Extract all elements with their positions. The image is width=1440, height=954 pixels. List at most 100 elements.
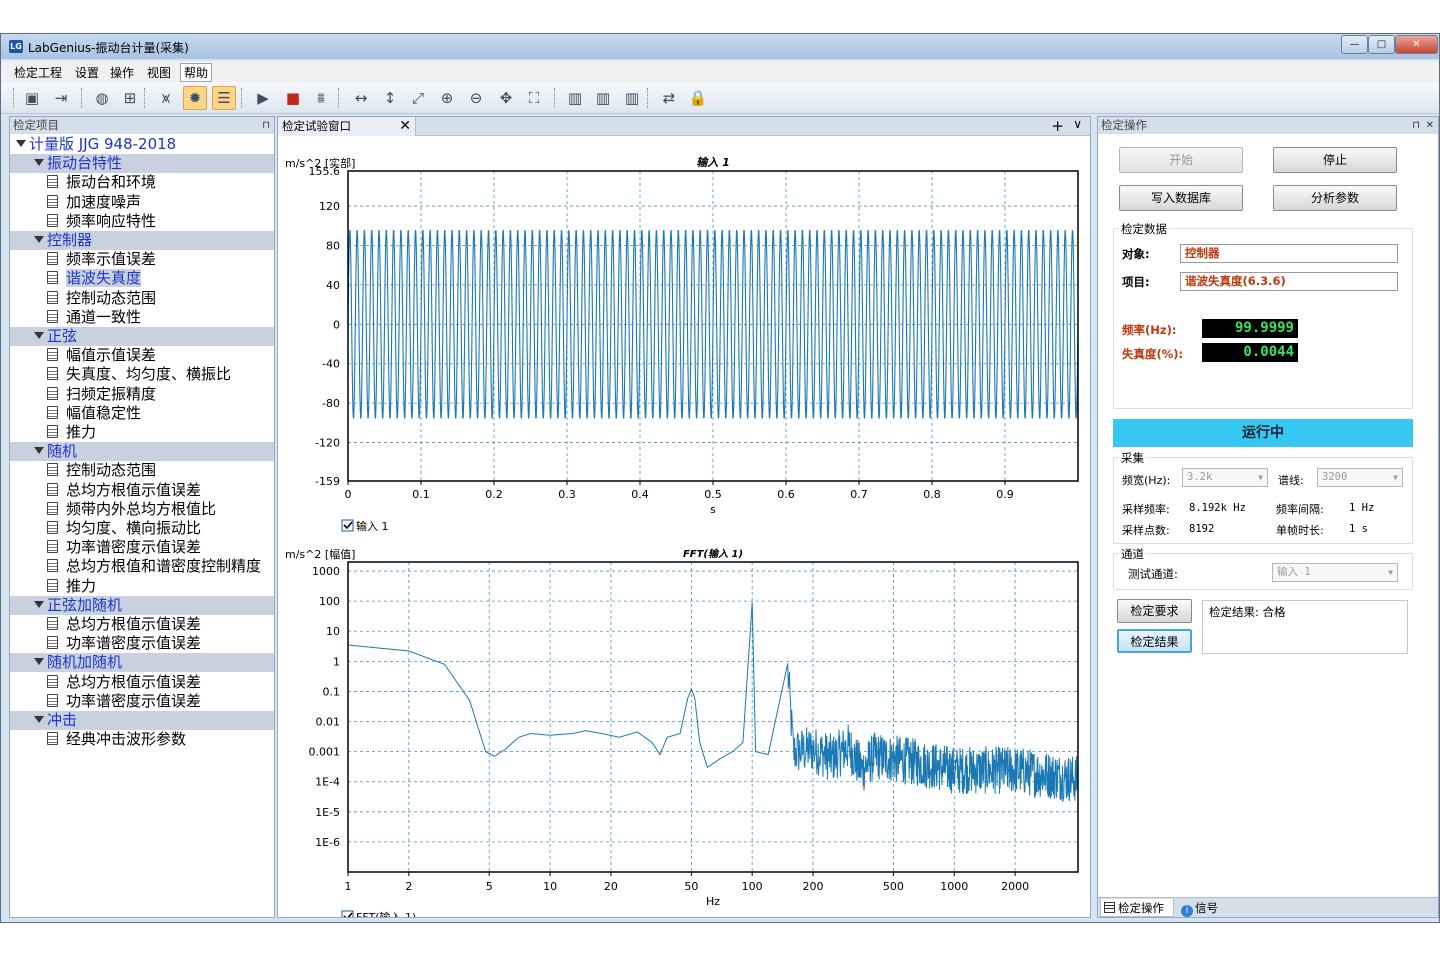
menu-view[interactable]: 视图 — [147, 64, 171, 81]
gear-icon[interactable]: ✹ — [183, 86, 207, 110]
tab-verify-operation[interactable]: 检定操作 — [1100, 899, 1174, 917]
test-channel-select[interactable]: 输入 1 ▼ — [1272, 563, 1398, 582]
tree-category[interactable]: 正弦 — [10, 327, 274, 346]
tree-item[interactable]: 幅值示值误差 — [10, 346, 274, 365]
grid1-icon[interactable]: ▥ — [563, 86, 587, 110]
device-icon[interactable]: ⊞ — [118, 86, 142, 110]
tree-item[interactable]: 推力 — [10, 577, 274, 596]
pin-icon[interactable]: ⊓ — [1412, 117, 1420, 134]
tab-menu-icon[interactable]: ∨ — [1073, 117, 1082, 131]
stop-button[interactable]: 停止 — [1273, 147, 1397, 173]
signal-icon[interactable]: ⩩ — [309, 86, 333, 110]
tree-item-label: 控制动态范围 — [66, 461, 157, 480]
open-icon[interactable]: ▣ — [20, 86, 44, 110]
tree-item[interactable]: 推力 — [10, 423, 274, 442]
x-tick-label: 1 — [345, 880, 352, 893]
tree-item[interactable]: 通道一致性 — [10, 308, 274, 327]
tree-item-label: 频率响应特性 — [66, 211, 157, 230]
menu-operation[interactable]: 操作 — [110, 64, 134, 81]
zoom-in-icon[interactable]: ⊕ — [435, 86, 459, 110]
analysis-params-button[interactable]: 分析参数 — [1273, 185, 1397, 211]
expand-arrow-icon[interactable] — [34, 600, 44, 608]
panel-header: 检定操作 ⊓ ✕ — [1098, 117, 1438, 134]
grid2-icon[interactable]: ▥ — [591, 86, 615, 110]
expand-arrow-icon[interactable] — [16, 140, 26, 147]
document-icon — [47, 386, 58, 400]
stop-icon[interactable]: ■ — [281, 86, 305, 110]
tree-item[interactable]: 经典冲击波形参数 — [10, 730, 274, 749]
y-tick-label: 100 — [319, 595, 340, 608]
write-database-button[interactable]: 写入数据库 — [1119, 185, 1243, 211]
list-icon[interactable]: ☰ — [212, 86, 236, 110]
tree-item[interactable]: 失真度、均匀度、横振比 — [10, 365, 274, 384]
tree-category[interactable]: 振动台特性 — [10, 154, 274, 174]
verify-result-button[interactable]: 检定结果 — [1117, 629, 1192, 653]
minimize-button[interactable]: — — [1341, 35, 1368, 54]
zoom-out-icon[interactable]: ⊖ — [464, 86, 488, 110]
tree-item[interactable]: 加速度噪声 — [10, 193, 274, 212]
tree-item[interactable]: 频率示值误差 — [10, 250, 274, 269]
fit-y-icon[interactable]: ↕ — [378, 86, 402, 110]
tree-item[interactable]: 功率谱密度示值误差 — [10, 538, 274, 557]
tree-item[interactable]: 功率谱密度示值误差 — [10, 692, 274, 711]
tree-item[interactable]: 振动台和环境 — [10, 173, 274, 192]
zoom-diag-icon[interactable]: ⤢ — [406, 86, 430, 110]
tree-root[interactable]: 计量版 JJG 948-2018 — [10, 135, 274, 154]
globe-icon[interactable]: ◍ — [90, 86, 114, 110]
maximize-button[interactable]: □ — [1368, 35, 1395, 54]
expand-arrow-icon[interactable] — [34, 716, 44, 723]
pan-icon[interactable]: ✥ — [494, 86, 518, 110]
close-tab-icon[interactable]: ✕ — [399, 117, 411, 136]
spectral-lines-select[interactable]: 3200 ▼ — [1317, 468, 1403, 487]
bandwidth-select[interactable]: 3.2k ▼ — [1182, 468, 1268, 487]
object-field[interactable]: 控制器 — [1180, 244, 1398, 263]
tree-item[interactable]: 总均方根值和谱密度控制精度 — [10, 557, 274, 576]
fit-all-icon[interactable]: ⛶ — [522, 86, 546, 110]
tree-item[interactable]: 控制动态范围 — [10, 461, 274, 480]
tree-category[interactable]: 正弦加随机 — [10, 595, 274, 615]
tab-test-window[interactable]: 检定试验窗口 ✕ — [278, 117, 416, 136]
pin-icon[interactable]: ⊓ — [262, 117, 270, 134]
export-icon[interactable]: ⇥ — [49, 86, 73, 110]
expand-arrow-icon[interactable] — [34, 658, 44, 666]
tree-item[interactable]: 频带内外总均方根值比 — [10, 500, 274, 519]
toolbar-separator — [241, 88, 242, 108]
expand-arrow-icon[interactable] — [34, 447, 44, 455]
tree-item[interactable]: 频率响应特性 — [10, 212, 274, 231]
tree-item[interactable]: 功率谱密度示值误差 — [10, 634, 274, 653]
tree-category[interactable]: 随机 — [10, 442, 274, 462]
waveform-icon[interactable]: ⩙ — [154, 86, 178, 110]
menu-project[interactable]: 检定工程 — [14, 64, 62, 81]
play-icon[interactable]: ▶ — [251, 86, 275, 110]
close-window-button[interactable]: ✕ — [1395, 35, 1438, 54]
tree-category[interactable]: 随机加随机 — [10, 653, 274, 673]
document-icon — [47, 636, 58, 650]
tree-item[interactable]: 控制动态范围 — [10, 289, 274, 308]
verify-requirements-button[interactable]: 检定要求 — [1117, 599, 1192, 623]
item-field[interactable]: 谐波失真度(6.3.6) — [1180, 272, 1398, 291]
y-tick-label: 1000 — [312, 565, 340, 578]
menu-help[interactable]: 帮助 — [180, 63, 213, 82]
tree-item[interactable]: 总均方根值示值误差 — [10, 615, 274, 634]
tree-item[interactable]: 幅值稳定性 — [10, 404, 274, 423]
tree-item[interactable]: 扫频定振精度 — [10, 385, 274, 404]
tree-item[interactable]: 总均方根值示值误差 — [10, 673, 274, 692]
close-panel-icon[interactable]: ✕ — [1426, 117, 1434, 134]
fit-x-icon[interactable]: ↔ — [349, 86, 373, 110]
tree-item[interactable]: 均匀度、横向振动比 — [10, 519, 274, 538]
expand-arrow-icon[interactable] — [34, 332, 44, 339]
menu-settings[interactable]: 设置 — [75, 64, 99, 81]
add-tab-icon[interactable]: + — [1051, 117, 1064, 135]
lock-icon[interactable]: 🔒 — [686, 86, 710, 110]
start-button[interactable]: 开始 — [1119, 147, 1243, 173]
tree-item[interactable]: 总均方根值示值误差 — [10, 481, 274, 500]
swap-icon[interactable]: ⇄ — [657, 86, 681, 110]
x-tick-label: 10 — [543, 880, 557, 893]
tree-category[interactable]: 控制器 — [10, 231, 274, 250]
tree-item[interactable]: 谐波失真度 — [10, 269, 274, 288]
tree-category[interactable]: 冲击 — [10, 711, 274, 730]
tab-signal[interactable]: i 信号 — [1178, 899, 1228, 917]
grid3-icon[interactable]: ▥ — [620, 86, 644, 110]
expand-arrow-icon[interactable] — [34, 159, 44, 167]
expand-arrow-icon[interactable] — [34, 236, 44, 243]
